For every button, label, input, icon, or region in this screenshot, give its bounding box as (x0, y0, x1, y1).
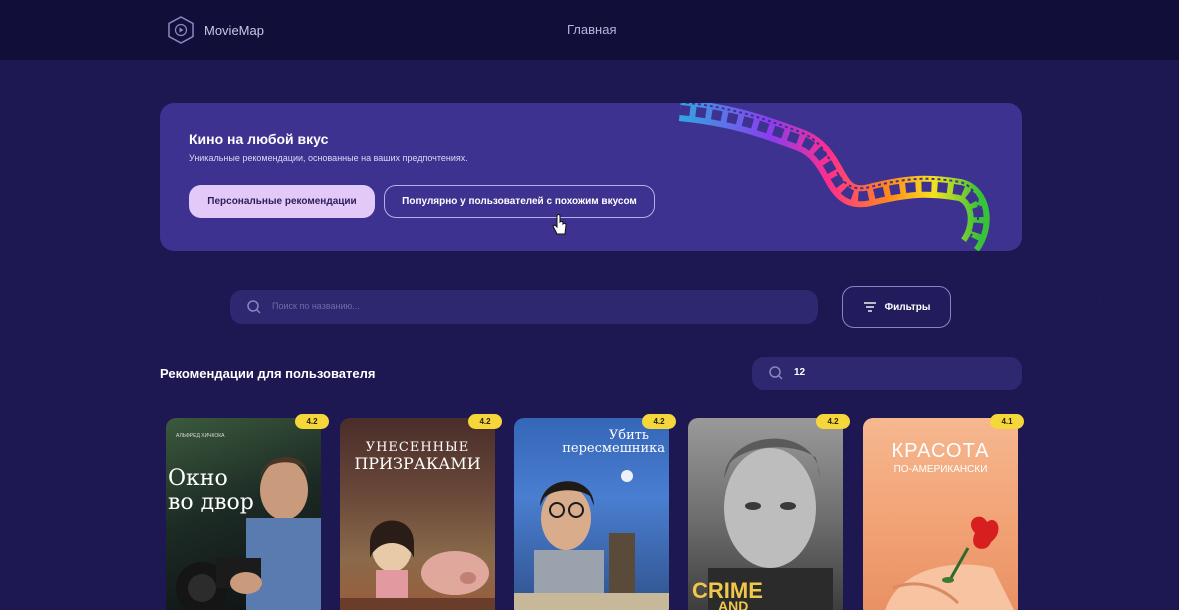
search-icon (247, 300, 261, 314)
poster-figure (885, 516, 1014, 610)
rating-badge: 4.2 (642, 414, 676, 429)
logo[interactable]: MovieMap (168, 16, 264, 44)
top-bar: MovieMap Главная (0, 0, 1179, 60)
poster-title-line2: AND PUNISHMENT (718, 598, 749, 610)
play-hexagon-icon (168, 16, 194, 44)
search-icon (769, 366, 783, 380)
filters-label: Фильтры (884, 301, 931, 313)
rating-badge: 4.2 (816, 414, 850, 429)
count-value: 12 (794, 367, 806, 378)
mouse-pointer-icon (552, 214, 567, 235)
personal-recommendations-button[interactable]: Персональные рекомендации (189, 185, 375, 218)
poster-figure (176, 457, 321, 610)
search-placeholder: Поиск по названию... (272, 301, 360, 311)
rating-badge: 4.1 (990, 414, 1024, 429)
nav-home-link[interactable]: Главная (567, 22, 616, 37)
movie-card[interactable]: УНЕСЕННЫЕ ПРИЗРАКАМИ (340, 418, 495, 610)
hero-title: Кино на любой вкус (189, 131, 329, 147)
filter-lines-icon (863, 302, 876, 312)
filters-button[interactable]: Фильтры (842, 286, 951, 328)
rating-badge: 4.2 (295, 414, 329, 429)
hero-banner: Кино на любой вкус Уникальные рекомендац… (160, 103, 1022, 251)
movie-card[interactable]: КРАСОТА ПО-АМЕРИКАНСКИ (863, 418, 1018, 610)
movie-card[interactable]: CRIME AND PUNISHMENT (688, 418, 843, 610)
hero-subtitle: Уникальные рекомендации, основанные на в… (189, 153, 468, 163)
movie-card[interactable]: Убить пересмешника (514, 418, 669, 610)
filmstrip-decoration (678, 103, 990, 251)
rating-badge: 4.2 (468, 414, 502, 429)
app-name: MovieMap (204, 22, 264, 38)
poster-figure (340, 520, 495, 610)
popular-similar-taste-button[interactable]: Популярно у пользователей с похожим вкус… (384, 185, 655, 218)
section-title: Рекомендации для пользователя (160, 366, 376, 381)
search-input[interactable]: Поиск по названию... (230, 290, 818, 324)
movie-card[interactable]: АЛЬФРЕД ХИЧКОКА Окно во двор (166, 418, 321, 610)
count-input[interactable]: 12 (752, 357, 1022, 390)
poster-figure (514, 470, 669, 610)
